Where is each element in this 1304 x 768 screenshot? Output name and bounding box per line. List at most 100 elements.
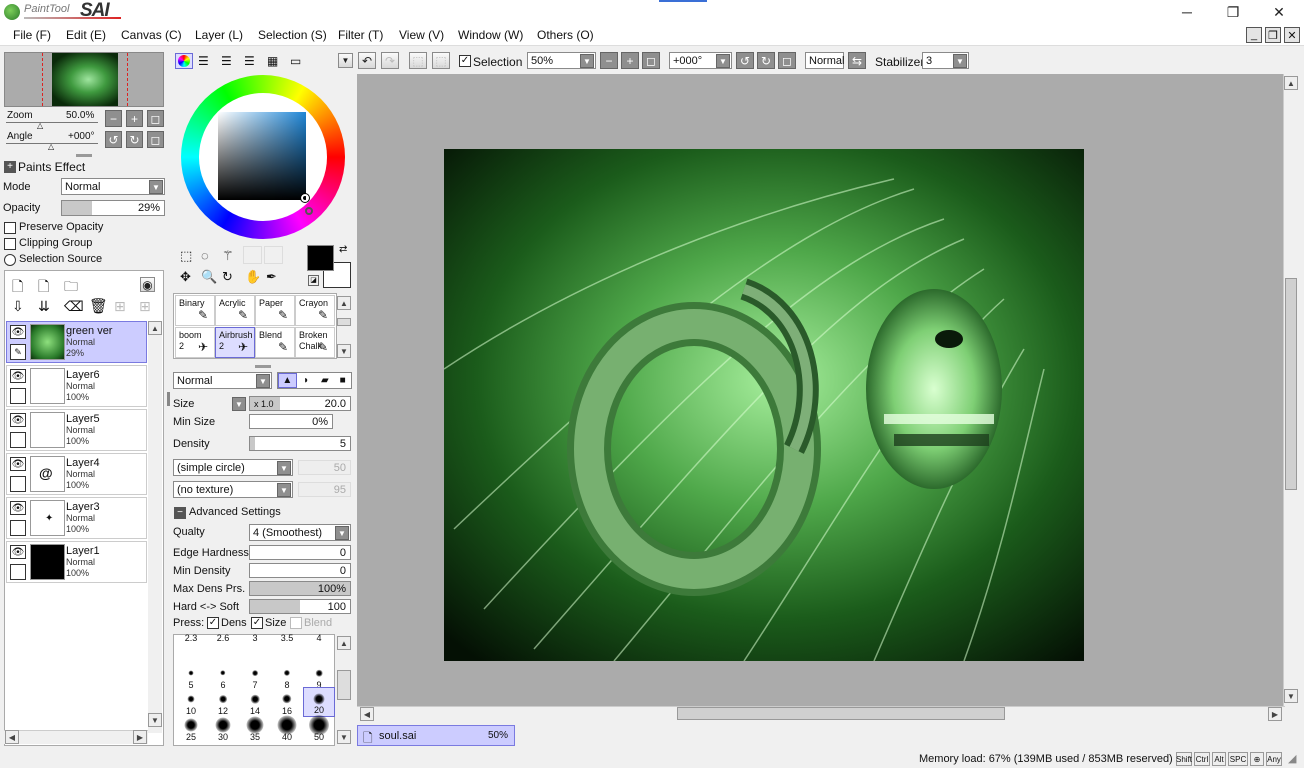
canvas-scroll-down[interactable]: ▼ xyxy=(1284,689,1298,703)
brush-tool-cell[interactable]: Paper ✎ xyxy=(255,295,295,326)
edge-shape-3-icon[interactable]: ▰ xyxy=(316,373,335,388)
document-tab[interactable]: 🗋 soul.sai 50% xyxy=(357,725,515,746)
new-layer-icon[interactable]: 🗋 xyxy=(12,276,23,300)
zoom-icon[interactable]: 🔍 xyxy=(201,269,217,285)
merge-down-icon[interactable]: ⇊ xyxy=(38,298,50,315)
density-slider[interactable]: 5 xyxy=(249,436,351,451)
toolbar-zoom-select[interactable]: 50% ▼ xyxy=(527,52,596,69)
preserve-opacity-checkbox[interactable] xyxy=(4,222,16,234)
toolbar-blend-select[interactable]: Normal xyxy=(805,52,844,69)
menu-filter[interactable]: Filter (T) xyxy=(338,28,383,42)
move-icon[interactable]: ✥ xyxy=(180,269,191,285)
delete-layer-icon[interactable]: 🗑 xyxy=(89,297,108,315)
brush-texture-select[interactable]: (no texture) ▼ xyxy=(173,481,293,498)
close-button[interactable]: ✕ xyxy=(1256,0,1302,24)
rgb-slider-tab[interactable]: ☰ xyxy=(198,54,209,68)
transparent-color-icon[interactable]: ◪ xyxy=(308,275,319,286)
layer-mask-button[interactable]: ◉ xyxy=(140,277,155,292)
layer-row[interactable]: 👁 ✦ Layer3 Normal 100% xyxy=(6,497,147,539)
new-folder-icon[interactable]: 🗀 xyxy=(64,276,78,300)
canvas-scroll-up[interactable]: ▲ xyxy=(1284,76,1298,90)
layer-scroll-left[interactable]: ◀ xyxy=(5,730,19,744)
tool-splitter[interactable] xyxy=(255,365,271,368)
edge-shape-1-icon[interactable]: ▲ xyxy=(278,373,297,388)
layer-row[interactable]: 👁 ✎ green ver Normal 29% xyxy=(6,321,147,363)
brush-tool-cell[interactable]: Binary ✎ xyxy=(175,295,215,326)
nav-zoom-handle[interactable]: △ xyxy=(37,121,43,130)
nav-zoom-reset-button[interactable]: ◻ xyxy=(147,110,164,127)
undo-button[interactable]: ↶ xyxy=(358,52,376,69)
nav-rotate-left-button[interactable]: ↺ xyxy=(105,131,122,148)
edge-hardness-slider[interactable]: 0 xyxy=(249,545,351,560)
layer-scroll-up[interactable]: ▲ xyxy=(148,321,162,335)
paint-brush-icon[interactable]: ✎ xyxy=(10,344,26,360)
brush-size-cell[interactable]: 2.3 xyxy=(175,633,207,655)
tool-scroll-down[interactable]: ▼ xyxy=(337,344,351,358)
eyedropper-icon[interactable]: ✒ xyxy=(266,269,277,285)
brush-size-cell[interactable]: 2.6 xyxy=(207,633,239,655)
mode-select[interactable]: Normal ▼ xyxy=(61,178,165,195)
layer-row[interactable]: 👁 Layer5 Normal 100% xyxy=(6,409,147,451)
magic-wand-icon[interactable]: ⚚ xyxy=(222,248,234,264)
mdi-restore-button[interactable]: ❐ xyxy=(1265,27,1281,43)
layer-lock-checkbox[interactable] xyxy=(10,520,26,536)
menu-edit[interactable]: Edit (E) xyxy=(66,28,106,42)
menu-others[interactable]: Others (O) xyxy=(537,28,594,42)
min-size-slider[interactable]: 0% xyxy=(249,414,333,429)
layer-row[interactable]: 👁 Layer1 Normal 100% xyxy=(6,541,147,583)
brush-tool-cell[interactable]: Crayon ✎ xyxy=(295,295,335,326)
toolbar-rotate-left-button[interactable]: ↺ xyxy=(736,52,754,69)
size-scroll-thumb[interactable] xyxy=(337,670,351,700)
layer-row[interactable]: 👁 Layer6 Normal 100% xyxy=(6,365,147,407)
layer-lock-checkbox[interactable] xyxy=(10,388,26,404)
menu-view[interactable]: View (V) xyxy=(399,28,444,42)
toolbar-rotate-reset-button[interactable]: ◻ xyxy=(778,52,796,69)
size-scroll-down[interactable]: ▼ xyxy=(337,730,351,744)
max-dens-slider[interactable]: 100% xyxy=(249,581,351,596)
selection-source-radio[interactable] xyxy=(4,254,16,266)
foreground-color-swatch[interactable] xyxy=(307,245,334,271)
toolbar-zoom-reset-button[interactable]: ◻ xyxy=(642,52,660,69)
saturation-value-square[interactable] xyxy=(218,112,306,200)
brush-size-cell[interactable]: 30 xyxy=(207,713,239,743)
brush-tool-cell[interactable]: boom 2 ✈ xyxy=(175,327,215,358)
brush-size-cell[interactable]: 4 xyxy=(303,633,335,655)
clear-layer-icon[interactable]: ⌫ xyxy=(64,298,84,315)
mdi-minimize-button[interactable]: _ xyxy=(1246,27,1262,43)
navigator-preview[interactable] xyxy=(4,52,164,107)
layer-row[interactable]: 👁 @ Layer4 Normal 100% xyxy=(6,453,147,495)
hsv-slider-tab[interactable]: ☰ xyxy=(221,54,232,68)
brush-size-cell[interactable]: 25 xyxy=(175,713,207,743)
menu-window[interactable]: Window (W) xyxy=(458,28,523,42)
nav-zoom-in-button[interactable]: + xyxy=(126,110,143,127)
clipping-group-checkbox[interactable] xyxy=(4,238,16,250)
resize-grip-icon[interactable]: ◢ xyxy=(1288,752,1296,765)
eye-icon[interactable]: 👁 xyxy=(10,325,26,339)
eye-icon[interactable]: 👁 xyxy=(10,457,26,471)
brush-tool-cell[interactable]: Airbrush 2 ✈ xyxy=(215,327,255,358)
swatches-tab[interactable]: ▦ xyxy=(267,54,278,68)
nav-zoom-out-button[interactable]: − xyxy=(105,110,122,127)
toolbar-menu-button[interactable]: ▼ xyxy=(338,53,353,68)
menu-layer[interactable]: Layer (L) xyxy=(195,28,243,42)
layer-lock-checkbox[interactable] xyxy=(10,476,26,492)
size-slider[interactable]: x 1.0 20.0 xyxy=(249,396,351,411)
advanced-collapse-icon[interactable]: − xyxy=(174,507,186,519)
edge-shape-4-icon[interactable]: ■ xyxy=(334,373,351,388)
color-mix-tab[interactable]: ☰ xyxy=(244,54,255,68)
maximize-button[interactable]: ❐ xyxy=(1210,0,1256,24)
swap-colors-icon[interactable]: ⇄ xyxy=(339,244,347,255)
new-linework-layer-icon[interactable]: 🗋 xyxy=(38,276,49,300)
brush-size-cell[interactable]: 35 xyxy=(239,713,271,743)
eye-icon[interactable]: 👁 xyxy=(10,501,26,515)
toolbar-zoom-in-button[interactable]: + xyxy=(621,52,639,69)
color-wheel-tab[interactable] xyxy=(175,53,193,69)
flip-horizontal-button[interactable]: ⇆ xyxy=(848,52,866,69)
canvas-hscroll-thumb[interactable] xyxy=(677,707,1005,720)
layer-lock-checkbox[interactable] xyxy=(10,564,26,580)
nav-angle-handle[interactable]: △ xyxy=(48,142,54,151)
menu-file[interactable]: File (F) xyxy=(13,28,51,42)
layer-scroll-down[interactable]: ▼ xyxy=(148,713,162,727)
toolbar-angle-select[interactable]: +000° ▼ xyxy=(669,52,732,69)
canvas-scroll-right[interactable]: ▶ xyxy=(1268,707,1282,721)
